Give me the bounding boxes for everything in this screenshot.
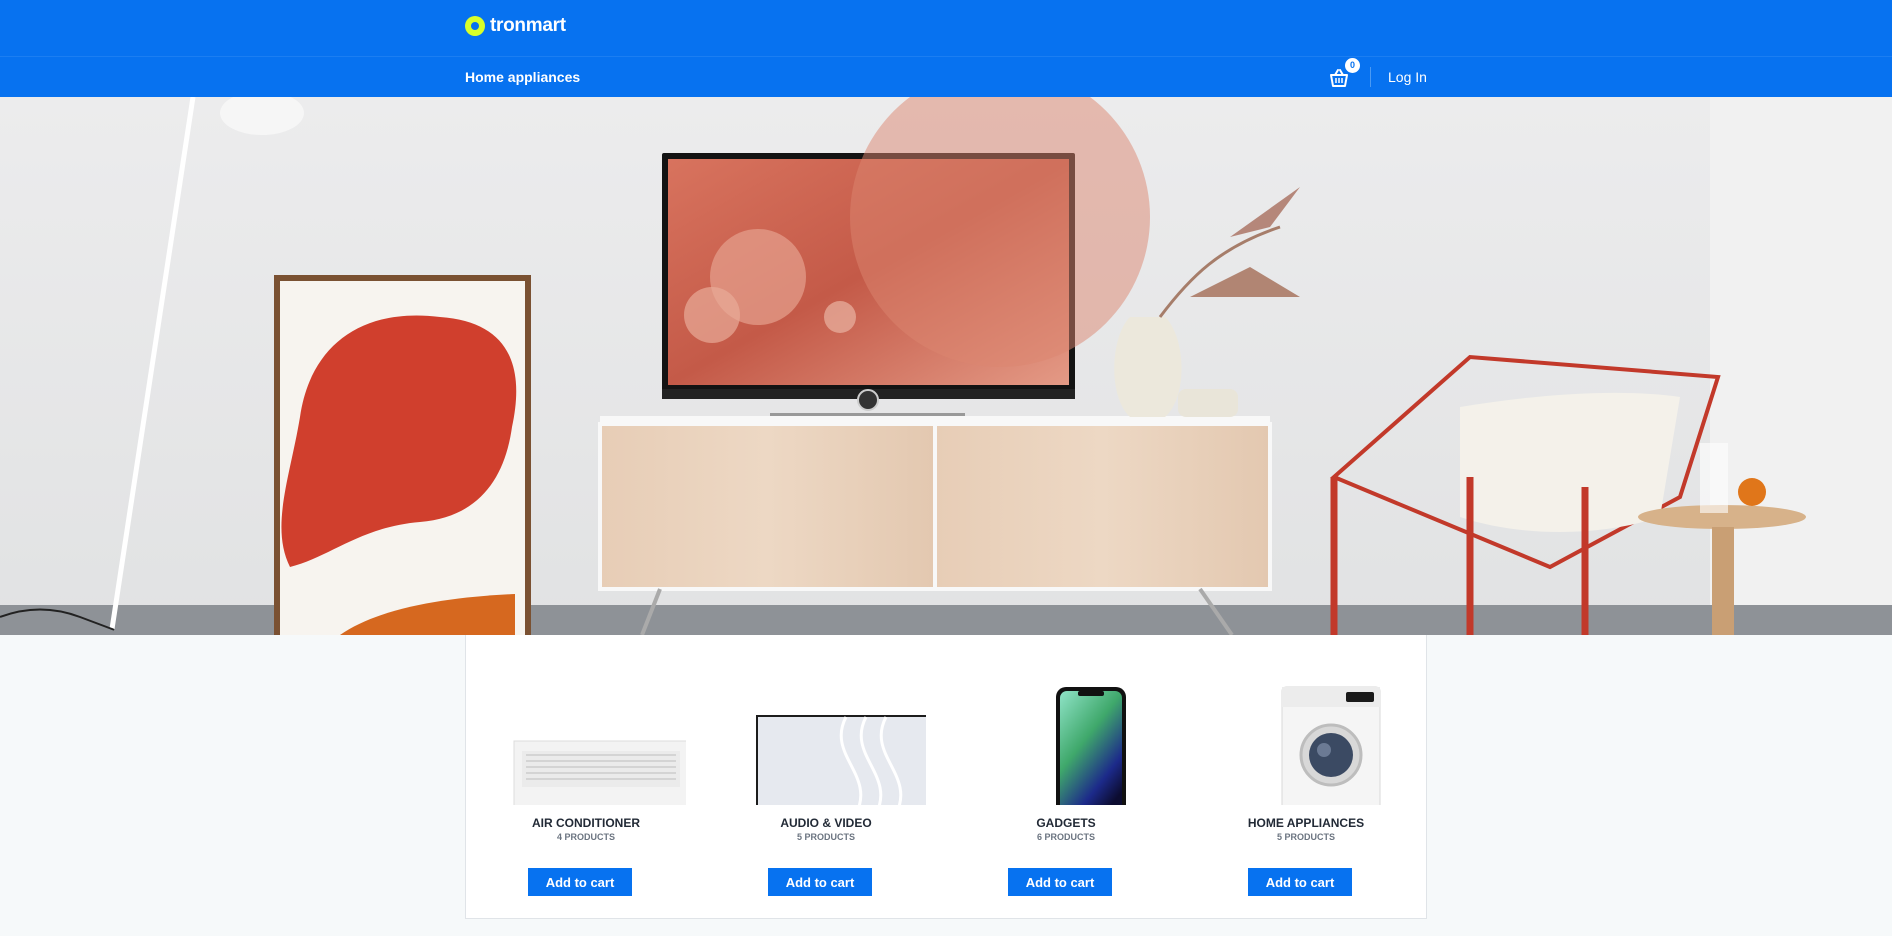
- product-title: GADGETS: [1036, 816, 1096, 830]
- logo-icon: [465, 16, 485, 36]
- product-card-air-conditioner: AIR CONDITIONER 4 PRODUCTS Add to cart: [466, 635, 706, 918]
- product-title: AIR CONDITIONER: [532, 816, 640, 830]
- washing-machine-image: [1281, 686, 1381, 805]
- product-count: 4 PRODUCTS: [556, 832, 615, 842]
- product-title: HOME APPLIANCES: [1247, 816, 1365, 830]
- product-card-gadgets: GADGETS 6 PRODUCTS Add to cart: [946, 635, 1186, 918]
- air-conditioner-image: [513, 740, 686, 805]
- phone-image: [1056, 687, 1126, 805]
- cart-count-badge: 0: [1345, 58, 1360, 73]
- add-to-cart-button[interactable]: Add to cart: [768, 868, 872, 896]
- main-navbar: Home appliances 0 Log In: [0, 56, 1892, 97]
- add-to-cart-button[interactable]: Add to cart: [1008, 868, 1112, 896]
- product-card-home-appliances: HOME APPLIANCES 5 PRODUCTS Add to cart: [1186, 635, 1426, 918]
- nav-home-appliances[interactable]: Home appliances: [465, 69, 580, 85]
- product-count: 5 PRODUCTS: [1276, 832, 1335, 842]
- nav-divider: [1370, 67, 1371, 87]
- product-title: AUDIO & VIDEO: [780, 816, 872, 830]
- product-count: 5 PRODUCTS: [796, 832, 855, 842]
- product-card-audio-video: AUDIO & VIDEO 5 PRODUCTS Add to cart: [706, 635, 946, 918]
- product-grid: AIR CONDITIONER 4 PRODUCTS Add to cart A…: [465, 635, 1427, 919]
- top-header: tronmart: [0, 0, 1892, 56]
- logo[interactable]: tronmart: [465, 15, 566, 37]
- logo-text: tronmart: [490, 15, 566, 36]
- add-to-cart-button[interactable]: Add to cart: [1248, 868, 1352, 896]
- login-link[interactable]: Log In: [1388, 69, 1427, 85]
- add-to-cart-button[interactable]: Add to cart: [528, 868, 632, 896]
- hero-image: [0, 97, 1892, 635]
- tv-image: [756, 715, 926, 805]
- hero-banner: [0, 97, 1892, 635]
- product-count: 6 PRODUCTS: [1036, 832, 1095, 842]
